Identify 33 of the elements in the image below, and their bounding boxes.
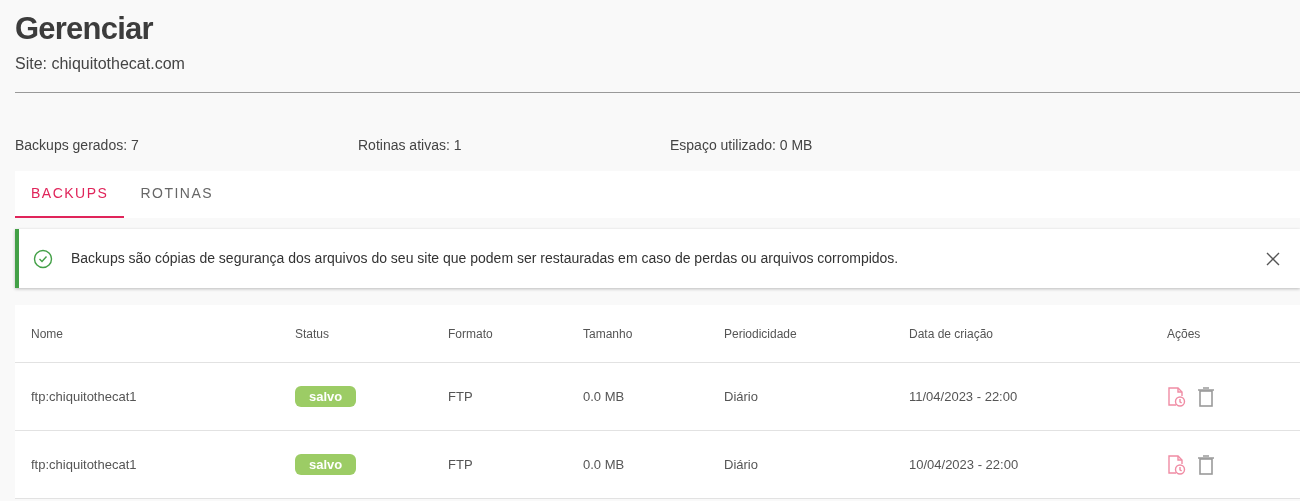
status-badge: salvo bbox=[295, 385, 357, 407]
alert-message: Backups são cópias de segurança dos arquivos do seu site que podem ser restauradas em caso de perdas ou arquivos corrompidos. bbox=[71, 249, 900, 268]
check-circle-icon bbox=[33, 248, 53, 269]
page-title: Gerenciar bbox=[15, 10, 154, 48]
table-cell: ftp:chiquitothecat1 bbox=[31, 456, 137, 472]
trash-icon[interactable] bbox=[1197, 453, 1215, 476]
table-cell: FTP bbox=[448, 388, 473, 404]
tab[interactable]: BACKUPS bbox=[15, 171, 125, 218]
column-header: Periodicidade bbox=[724, 326, 797, 341]
trash-icon[interactable] bbox=[1197, 385, 1215, 408]
table-cell: Diário bbox=[724, 388, 758, 404]
table-cell: 0.0 MB bbox=[583, 388, 625, 404]
column-header: Ações bbox=[1167, 326, 1201, 341]
file-clock-icon[interactable] bbox=[1167, 453, 1187, 476]
column-header: Data de criação bbox=[909, 326, 994, 341]
stat-text: Rotinas ativas: 1 bbox=[358, 135, 463, 155]
table-cell: Diário bbox=[724, 456, 758, 472]
column-header: Formato bbox=[448, 326, 493, 341]
table-cell: 0.0 MB bbox=[583, 456, 625, 472]
site-label: Site: chiquitothecat.com bbox=[15, 54, 186, 74]
tab[interactable]: ROTINAS bbox=[124, 171, 230, 218]
table-cell: FTP bbox=[448, 456, 473, 472]
column-header: Nome bbox=[31, 326, 63, 341]
stat-text: Espaço utilizado: 0 MB bbox=[670, 135, 813, 155]
column-header: Status bbox=[295, 326, 330, 341]
table-cell: 10/04/2023 - 22:00 bbox=[909, 456, 1019, 472]
status-badge: salvo bbox=[295, 453, 357, 475]
table-cell: 11/04/2023 - 22:00 bbox=[909, 388, 1018, 404]
column-header: Tamanho bbox=[583, 326, 633, 341]
stat-text: Backups gerados: 7 bbox=[15, 135, 140, 155]
table-cell: ftp:chiquitothecat1 bbox=[31, 388, 137, 404]
file-clock-icon[interactable] bbox=[1167, 385, 1187, 408]
close-icon[interactable] bbox=[1266, 251, 1280, 266]
